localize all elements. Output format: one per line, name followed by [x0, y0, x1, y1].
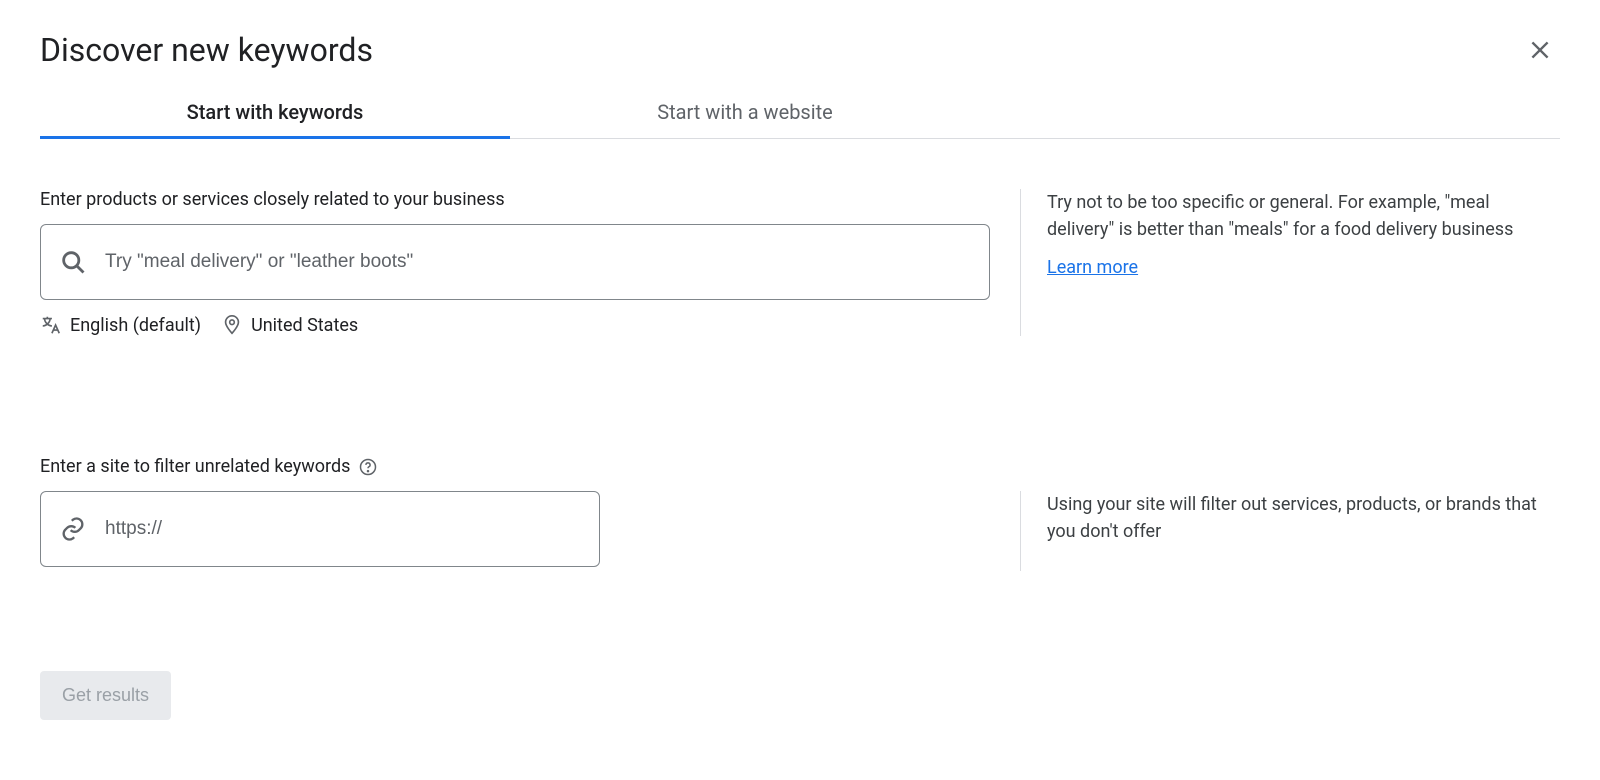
keywords-input-box[interactable] [40, 224, 990, 300]
site-input[interactable] [105, 518, 581, 540]
get-results-button[interactable]: Get results [40, 671, 171, 720]
location-selector[interactable]: United States [221, 314, 358, 336]
location-value: United States [251, 315, 358, 336]
learn-more-link[interactable]: Learn more [1047, 257, 1138, 278]
tab-website[interactable]: Start with a website [510, 88, 980, 138]
location-icon [221, 314, 243, 336]
help-icon[interactable] [358, 457, 378, 477]
close-icon [1527, 37, 1553, 63]
site-label: Enter a site to filter unrelated keyword… [40, 456, 350, 477]
language-value: English (default) [70, 315, 201, 336]
link-icon [59, 515, 87, 543]
search-icon [59, 248, 87, 276]
translate-icon [40, 314, 62, 336]
keywords-label: Enter products or services closely relat… [40, 189, 990, 210]
site-hint: Using your site will filter out services… [1047, 491, 1540, 545]
keywords-input[interactable] [105, 251, 971, 273]
tab-bar: Start with keywords Start with a website [40, 88, 1560, 139]
tab-keywords[interactable]: Start with keywords [40, 88, 510, 138]
language-selector[interactable]: English (default) [40, 314, 201, 336]
close-button[interactable] [1520, 30, 1560, 70]
site-input-box[interactable] [40, 491, 600, 567]
page-title: Discover new keywords [40, 31, 373, 69]
keywords-hint: Try not to be too specific or general. F… [1047, 189, 1540, 243]
